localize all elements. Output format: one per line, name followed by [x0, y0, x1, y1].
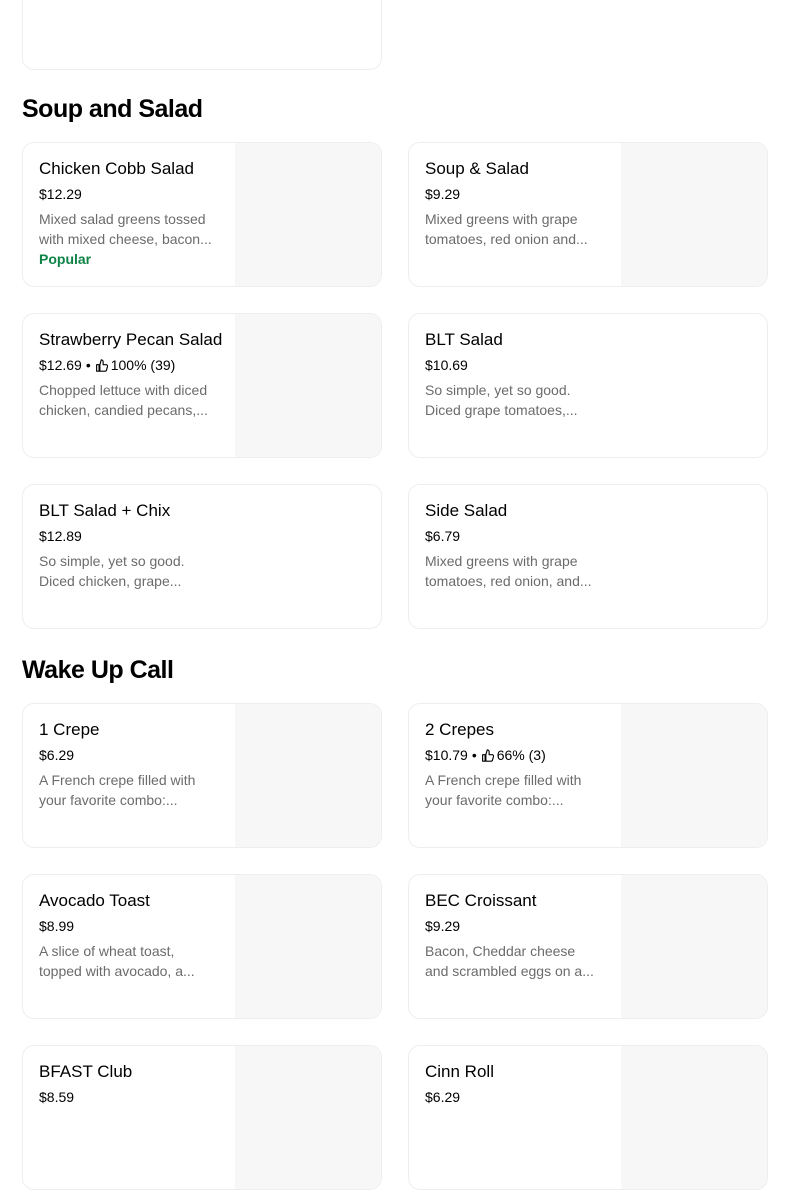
- item-image-placeholder: [621, 143, 767, 286]
- item-meta: $6.29: [425, 1089, 460, 1105]
- item-price: $6.79: [425, 528, 461, 544]
- item-name: Soup & Salad: [425, 159, 529, 178]
- menu-item-card[interactable]: Side Salad $6.79 Mixed greens with grape…: [408, 484, 768, 629]
- separator-dot: •: [471, 747, 477, 763]
- item-meta: $9.29: [425, 186, 460, 202]
- item-meta: $12.69 • 100% (39): [39, 357, 175, 373]
- item-name: Chicken Cobb Salad: [39, 159, 194, 178]
- item-price: $6.29: [39, 747, 75, 763]
- menu-item-card[interactable]: Cinn Roll $6.29: [408, 1045, 768, 1190]
- item-name: BFAST Club: [39, 1062, 133, 1081]
- item-name: BLT Salad: [425, 330, 503, 349]
- item-description: Mixed greens with grape tomatoes, red on…: [425, 553, 592, 589]
- item-description: A French crepe filled with your favorite…: [425, 772, 582, 808]
- thumbs-up-icon: [481, 748, 494, 762]
- menu-item-card[interactable]: BLT Salad $10.69 So simple, yet so good.…: [408, 313, 768, 458]
- item-meta: $8.59: [39, 1089, 74, 1105]
- item-meta: $9.29: [425, 918, 460, 934]
- item-meta: $12.89: [39, 528, 82, 544]
- item-meta: $10.69: [425, 357, 468, 373]
- section-title-soup-and-salad: Soup and Salad: [22, 95, 203, 123]
- item-description: Bacon, Cheddar cheese and scrambled eggs…: [425, 943, 594, 979]
- menu-item-card[interactable]: BFAST Club $8.59: [22, 1045, 382, 1190]
- item-description: Mixed greens with grape tomatoes, red on…: [425, 211, 588, 247]
- item-description: A French crepe filled with your favorite…: [39, 772, 196, 808]
- item-description: A slice of wheat toast, topped with avoc…: [39, 943, 195, 979]
- item-description: So simple, yet so good. Diced chicken, g…: [39, 553, 185, 589]
- item-description: Chopped lettuce with diced chicken, cand…: [39, 382, 208, 418]
- thumbs-up-icon: [95, 358, 108, 372]
- menu-item-card[interactable]: 2 Crepes $10.79 • 66% (3) A French crepe…: [408, 703, 768, 848]
- item-description: Mixed salad greens tossed with mixed che…: [39, 211, 212, 247]
- item-image-placeholder: [235, 143, 381, 286]
- menu-item-card[interactable]: Strawberry Pecan Salad $12.69 • 100% (39…: [22, 313, 382, 458]
- menu-item-card[interactable]: 1 Crepe $6.29 A French crepe filled with…: [22, 703, 382, 848]
- item-description: So simple, yet so good. Diced grape toma…: [425, 382, 578, 418]
- item-meta: $12.29: [39, 186, 82, 202]
- popular-badge: Popular: [39, 251, 92, 267]
- item-image-placeholder: [621, 704, 767, 847]
- item-price: $8.99: [39, 918, 75, 934]
- menu-item-card-partial[interactable]: [22, 0, 382, 70]
- separator-dot: •: [85, 357, 91, 373]
- item-meta: $8.99: [39, 918, 74, 934]
- item-name: Side Salad: [425, 501, 508, 520]
- menu-item-card[interactable]: Chicken Cobb Salad $12.29 Mixed salad gr…: [22, 142, 382, 287]
- menu-item-card[interactable]: Soup & Salad $9.29 Mixed greens with gra…: [408, 142, 768, 287]
- item-price: $6.29: [425, 1089, 461, 1105]
- item-name: 2 Crepes: [425, 720, 494, 739]
- item-name: BEC Croissant: [425, 891, 537, 910]
- item-price: $12.89: [39, 528, 82, 544]
- item-meta: $6.79: [425, 528, 460, 544]
- item-price: $8.59: [39, 1089, 75, 1105]
- item-name: BLT Salad + Chix: [39, 501, 171, 520]
- item-name: 1 Crepe: [39, 720, 100, 739]
- menu-item-card[interactable]: Avocado Toast $8.99 A slice of wheat toa…: [22, 874, 382, 1019]
- item-name: Avocado Toast: [39, 891, 150, 910]
- item-image-placeholder: [235, 314, 381, 457]
- item-image-placeholder: [621, 1046, 767, 1189]
- item-price: $12.69: [39, 357, 82, 373]
- item-image-placeholder: [235, 875, 381, 1018]
- item-rating: 66% (3): [496, 747, 546, 763]
- item-image-placeholder: [235, 704, 381, 847]
- menu-item-card[interactable]: BLT Salad + Chix $12.89 So simple, yet s…: [22, 484, 382, 629]
- item-rating: 100% (39): [110, 357, 176, 373]
- item-meta: $10.79 • 66% (3): [425, 747, 546, 763]
- item-meta: $6.29: [39, 747, 74, 763]
- item-price: $10.79: [425, 747, 468, 763]
- item-image-placeholder: [235, 1046, 381, 1189]
- item-name: Cinn Roll: [425, 1062, 494, 1081]
- item-price: $9.29: [425, 186, 461, 202]
- section-title-wake-up-call: Wake Up Call: [22, 656, 174, 684]
- item-name: Strawberry Pecan Salad: [39, 330, 223, 349]
- menu-item-card[interactable]: BEC Croissant $9.29 Bacon, Cheddar chees…: [408, 874, 768, 1019]
- item-price: $9.29: [425, 918, 461, 934]
- item-price: $12.29: [39, 186, 82, 202]
- item-image-placeholder: [621, 875, 767, 1018]
- item-price: $10.69: [425, 357, 468, 373]
